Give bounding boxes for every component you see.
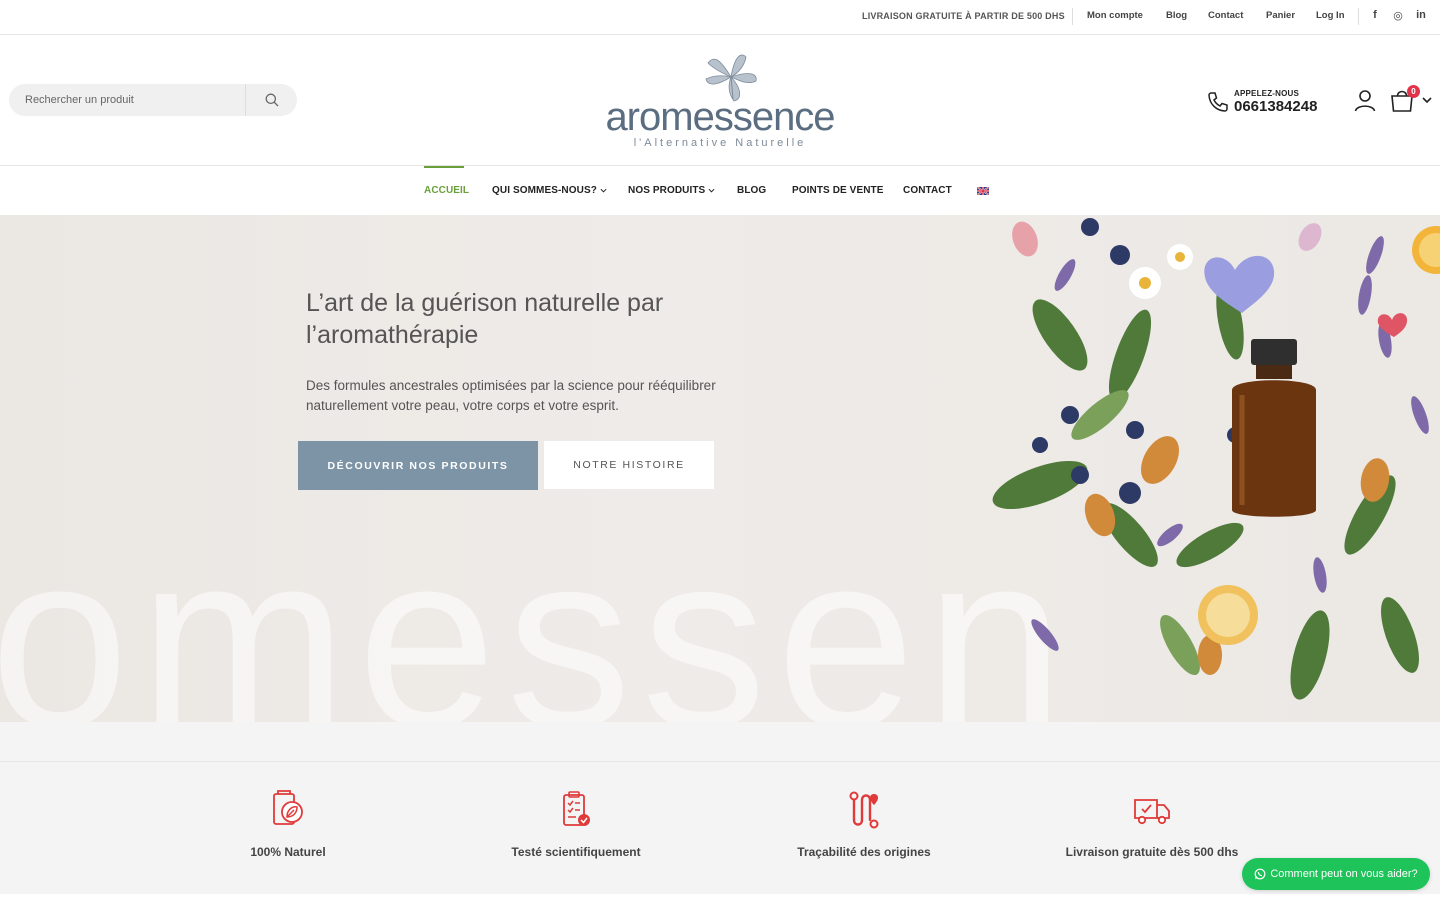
nav-label: CONTACT: [903, 185, 952, 196]
features-strip: 100% Naturel Testé scientifiquement Traç…: [0, 762, 1440, 894]
section-spacer: [0, 722, 1440, 762]
hero-subtitle: Des formules ancestrales optimisées par …: [306, 378, 716, 413]
feature-label: Livraison gratuite dès 500 dhs: [1065, 845, 1239, 859]
route-icon: [849, 791, 879, 829]
divider: [1358, 8, 1359, 25]
phone-icon: [1208, 92, 1228, 112]
nav-item-products[interactable]: NOS PRODUITS: [628, 185, 715, 196]
nav-label: NOS PRODUITS: [628, 185, 706, 196]
hero-background-word: omessen: [0, 500, 1075, 723]
feature-label: Testé scientifiquement: [511, 845, 641, 859]
nav-item-home[interactable]: ACCUEIL: [424, 185, 469, 196]
hero-title: L’art de la guérison naturelle par l’aro…: [306, 289, 664, 349]
nav-item-blog[interactable]: BLOG: [737, 185, 766, 196]
clipboard-check-icon: [563, 791, 590, 826]
cart-button[interactable]: 0: [1389, 85, 1420, 113]
chevron-down-icon: [708, 188, 715, 193]
logo-tagline: l'Alternative Naturelle: [633, 137, 807, 149]
feature-label: 100% Naturel: [250, 845, 326, 859]
site-header: aromessence l'Alternative Naturelle APPE…: [0, 35, 1440, 166]
main-nav: ACCUEIL QUI SOMMES-NOUS? NOS PRODUITS BL…: [0, 166, 1440, 215]
nav-label: POINTS DE VENTE: [792, 185, 884, 196]
discover-products-button[interactable]: DÉCOUVRIR NOS PRODUITS: [298, 441, 538, 490]
nav-item-contact[interactable]: CONTACT: [903, 185, 952, 196]
facebook-icon[interactable]: f: [1368, 9, 1382, 21]
instagram-icon[interactable]: ◎: [1391, 9, 1405, 22]
our-story-button[interactable]: NOTRE HISTOIRE: [544, 441, 714, 489]
site-logo[interactable]: aromessence l'Alternative Naturelle: [600, 49, 840, 149]
my-account-link[interactable]: Mon compte: [1087, 10, 1143, 21]
blog-link[interactable]: Blog: [1166, 10, 1187, 21]
search-button[interactable]: [257, 90, 287, 110]
nav-item-about[interactable]: QUI SOMMES-NOUS?: [492, 185, 607, 196]
chevron-down-icon[interactable]: [1421, 94, 1433, 106]
whatsapp-icon: [1254, 868, 1266, 880]
feature-free-delivery: Livraison gratuite dès 500 dhs: [1032, 790, 1272, 859]
hero-banner: omessen L’art de la guérison naturelle p…: [0, 215, 1440, 722]
active-indicator: [424, 166, 464, 168]
nav-label: BLOG: [737, 185, 767, 196]
contact-link[interactable]: Contact: [1208, 10, 1243, 21]
whatsapp-chat-button[interactable]: Comment peut on vous aider?: [1242, 858, 1430, 890]
feature-label: Traçabilité des origines: [797, 845, 931, 859]
feature-natural: 100% Naturel: [168, 790, 408, 859]
nav-label: ACCUEIL: [424, 185, 470, 196]
free-shipping-notice: LIVRAISON GRATUITE À PARTIR DE 500 DHS: [862, 11, 1065, 21]
search-divider: [245, 84, 246, 116]
feature-traceability: Traçabilité des origines: [744, 790, 984, 859]
search-input[interactable]: [9, 84, 246, 116]
search-bar: [9, 84, 297, 116]
divider: [1072, 8, 1073, 25]
herbs-bottle-image: [992, 218, 1440, 700]
top-bar: LIVRAISON GRATUITE À PARTIR DE 500 DHS M…: [0, 0, 1440, 35]
whatsapp-label: Comment peut on vous aider?: [1270, 868, 1418, 880]
nav-label: QUI SOMMES-NOUS?: [492, 185, 597, 196]
delivery-truck-icon: [1134, 799, 1170, 825]
feature-tested: Testé scientifiquement: [456, 790, 696, 859]
search-icon: [265, 93, 279, 107]
phone-label: APPELEZ-NOUS: [1234, 89, 1300, 98]
phone-contact[interactable]: APPELEZ-NOUS 0661384248: [1206, 88, 1336, 118]
linkedin-icon[interactable]: in: [1414, 9, 1428, 21]
chevron-down-icon: [600, 188, 607, 193]
nav-item-stores[interactable]: POINTS DE VENTE: [792, 185, 884, 196]
logo-wordmark: aromessence: [605, 95, 835, 139]
login-link[interactable]: Log In: [1316, 10, 1345, 21]
phone-number[interactable]: 0661384248: [1234, 98, 1317, 115]
natural-leaf-icon: [273, 790, 303, 825]
cart-link[interactable]: Panier: [1266, 10, 1295, 21]
user-account-icon[interactable]: [1353, 88, 1377, 112]
cart-count-badge: 0: [1407, 85, 1420, 98]
uk-flag-icon[interactable]: [977, 187, 989, 195]
